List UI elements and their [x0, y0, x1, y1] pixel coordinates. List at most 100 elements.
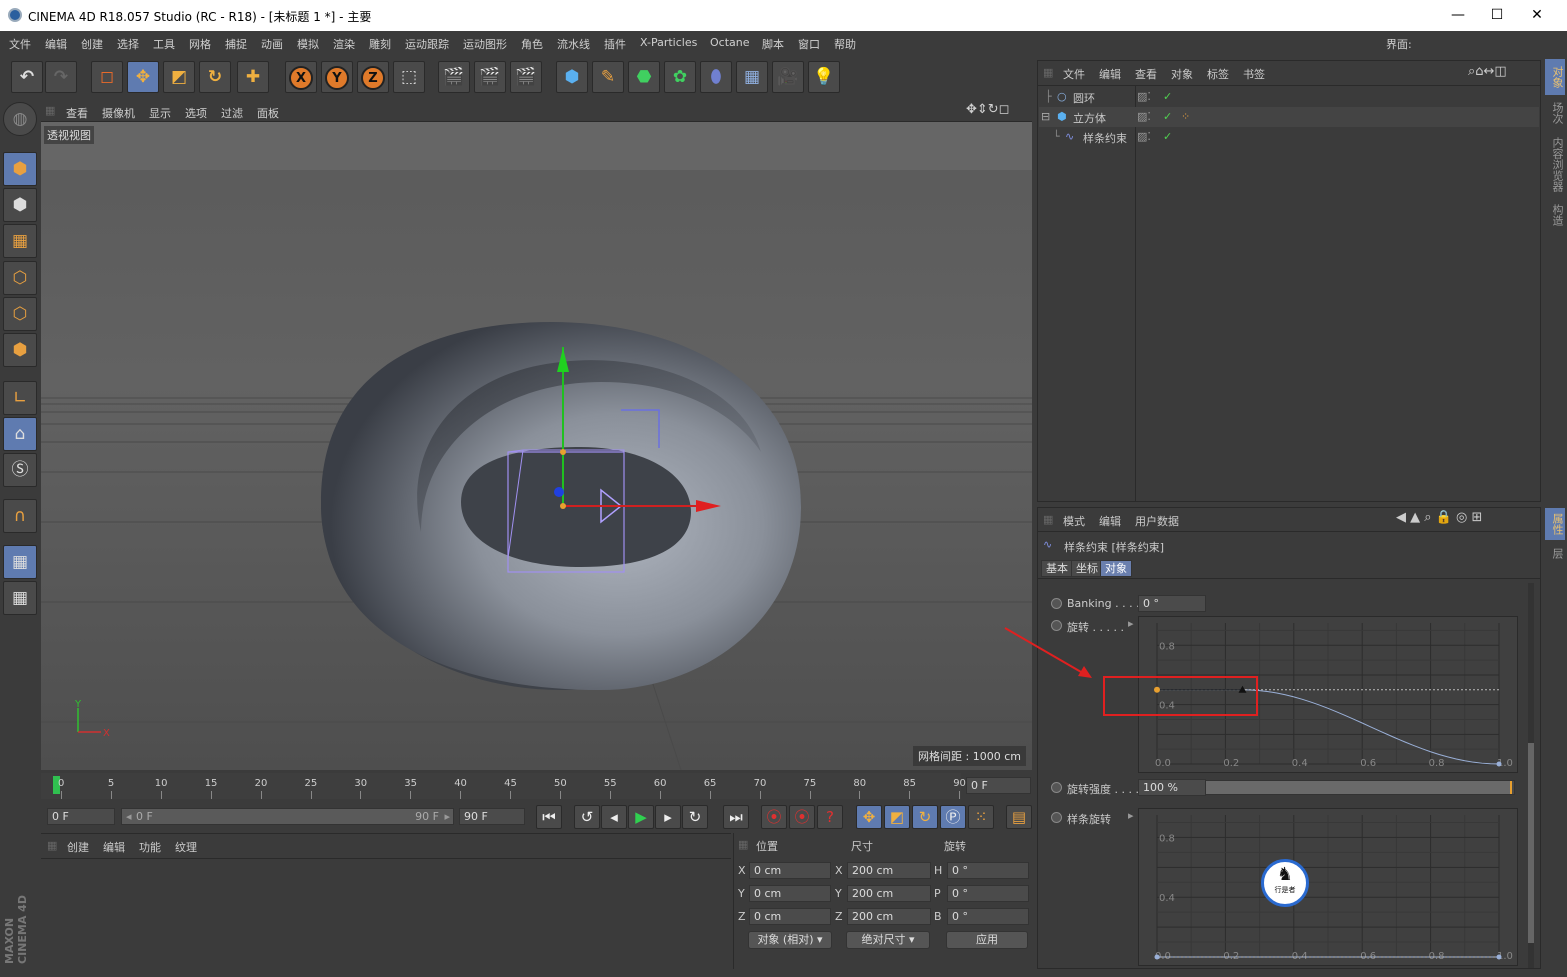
key-parameter-button[interactable]: Ⓟ — [940, 805, 966, 829]
spline-knot[interactable] — [1496, 954, 1502, 960]
visibility-toggle-icon[interactable]: ▨⁚ — [1137, 130, 1151, 143]
maximize-button[interactable]: ☐ — [1482, 4, 1512, 26]
objmgr-menu-bookmarks[interactable]: 书签 — [1243, 66, 1265, 82]
autokey-button[interactable]: ⦿ — [789, 805, 815, 829]
enabled-check-icon[interactable]: ✓ — [1163, 90, 1172, 103]
spline-knot[interactable] — [1496, 761, 1502, 767]
apply-button[interactable]: 应用 — [946, 931, 1028, 949]
timeline-ruler[interactable]: 0 5 10 15 20 25 30 35 40 45 50 55 60 65 70 75 80 85 90 — [41, 773, 966, 799]
scale-tool-button[interactable]: ◩ — [163, 61, 195, 93]
light-button[interactable]: 💡 — [808, 61, 840, 93]
side-tab-takes[interactable]: 场次 — [1545, 97, 1565, 129]
size-x-field[interactable]: 200 cm — [847, 862, 931, 879]
viewport-menu-filter[interactable]: 过滤 — [221, 105, 243, 121]
rot-p-field[interactable]: 0 ° — [947, 885, 1029, 902]
key-rotation-button[interactable]: ↻ — [912, 805, 938, 829]
collapse-icon[interactable]: ⊟ — [1041, 110, 1050, 123]
axis-mode-button[interactable]: ∟ — [3, 381, 37, 415]
end-frame-field[interactable]: 90 F — [459, 808, 525, 825]
size-mode-select[interactable]: 绝对尺寸 ▾ — [846, 931, 930, 949]
tab-object[interactable]: 对象 — [1100, 560, 1132, 577]
side-tab-layers[interactable]: 层 — [1545, 542, 1565, 564]
tweak-mode-button[interactable]: ⌂ — [3, 417, 37, 451]
render-view-button[interactable]: 🎬 — [438, 61, 470, 93]
menu-render[interactable]: 渲染 — [333, 36, 355, 52]
redo-button[interactable]: ↷ — [45, 61, 77, 93]
subdivision-button[interactable]: ⬣ — [628, 61, 660, 93]
menu-pipeline[interactable]: 流水线 — [557, 36, 590, 52]
goto-end-button[interactable]: ⏭ — [723, 805, 749, 829]
attr-menu-edit[interactable]: 编辑 — [1099, 513, 1121, 529]
minimize-button[interactable]: — — [1443, 4, 1473, 26]
next-frame-button[interactable]: ▸ — [655, 805, 681, 829]
expand-arrow-icon[interactable]: ▸ — [1128, 809, 1134, 822]
play-button[interactable]: ▶ — [628, 805, 654, 829]
object-name-spline-constraint[interactable]: 样条约束 — [1083, 130, 1127, 146]
menu-mograph[interactable]: 运动图形 — [463, 36, 507, 52]
solo-button[interactable]: Ⓢ — [3, 453, 37, 487]
menu-select[interactable]: 选择 — [117, 36, 139, 52]
snap-button[interactable]: ∩ — [3, 499, 37, 533]
cloner-button[interactable]: ✿ — [664, 61, 696, 93]
menu-file[interactable]: 文件 — [9, 36, 31, 52]
menu-snap[interactable]: 捕捉 — [225, 36, 247, 52]
menu-motion-tracking[interactable]: 运动跟踪 — [405, 36, 449, 52]
floor-button[interactable]: ▦ — [736, 61, 768, 93]
model-mode-button[interactable]: ⬢ — [3, 152, 37, 186]
material-menu-function[interactable]: 功能 — [139, 839, 161, 855]
objmgr-menu-file[interactable]: 文件 — [1063, 66, 1085, 82]
key-position-button[interactable]: ✥ — [856, 805, 882, 829]
next-key-button[interactable]: ↻ — [682, 805, 708, 829]
key-pla-button[interactable]: ⁙ — [968, 805, 994, 829]
y-axis-button[interactable]: Y — [321, 61, 353, 93]
spline-knot[interactable] — [1154, 954, 1160, 960]
timeline-window-button[interactable]: ▤ — [1006, 805, 1032, 829]
undo-button[interactable]: ↶ — [11, 61, 43, 93]
live-selection-button[interactable]: ◻ — [91, 61, 123, 93]
preview-range-slider[interactable]: ◂ 0 F 90 F ▸ — [121, 808, 454, 825]
menu-edit[interactable]: 编辑 — [45, 36, 67, 52]
attr-scrollbar[interactable] — [1528, 583, 1534, 968]
close-button[interactable]: ✕ — [1522, 4, 1552, 26]
coordinate-system-button[interactable]: ⬚ — [393, 61, 425, 93]
tab-basic[interactable]: 基本 — [1041, 560, 1073, 577]
viewport-nav-icons[interactable]: ✥⇕↻◻ — [966, 102, 1009, 117]
object-row-cube[interactable]: ⊟ ⬢ 立方体 ▨⁚ ✓ ⁘ — [1039, 107, 1539, 127]
material-menu-texture[interactable]: 纹理 — [175, 839, 197, 855]
menu-plugins[interactable]: 插件 — [604, 36, 626, 52]
attr-menu-userdata[interactable]: 用户数据 — [1135, 513, 1179, 529]
goto-start-button[interactable]: ⏮ — [536, 805, 562, 829]
tag-icon[interactable]: ⁘ — [1181, 110, 1190, 123]
cube-button[interactable]: ⬢ — [556, 61, 588, 93]
rot-b-field[interactable]: 0 ° — [947, 908, 1029, 925]
workplane-lock-button[interactable]: ▦ — [3, 545, 37, 579]
prev-key-button[interactable]: ↺ — [574, 805, 600, 829]
move-tool-button[interactable]: ✥ — [127, 61, 159, 93]
side-tab-attributes[interactable]: 属性 — [1545, 508, 1565, 540]
keyframe-selection-button[interactable]: ? — [817, 805, 843, 829]
prev-frame-button[interactable]: ◂ — [601, 805, 627, 829]
menu-script[interactable]: 脚本 — [762, 36, 784, 52]
rotation-strength-slider[interactable] — [1205, 780, 1515, 795]
start-frame-field[interactable]: 0 F — [47, 808, 115, 825]
workplane-align-button[interactable]: ▦ — [3, 581, 37, 615]
banking-radio[interactable] — [1051, 598, 1062, 609]
menu-simulate[interactable]: 模拟 — [297, 36, 319, 52]
viewport-menu-panel[interactable]: 面板 — [257, 105, 279, 121]
menu-octane[interactable]: Octane — [710, 36, 750, 49]
menu-mesh[interactable]: 网格 — [189, 36, 211, 52]
banking-field[interactable]: 0 ° — [1138, 595, 1206, 612]
size-z-field[interactable]: 200 cm — [847, 908, 931, 925]
deformer-button[interactable]: ⬮ — [700, 61, 732, 93]
side-tab-structure[interactable]: 构造 — [1545, 199, 1565, 231]
polygons-mode-button[interactable]: ⬢ — [3, 333, 37, 367]
menu-create[interactable]: 创建 — [81, 36, 103, 52]
edges-mode-button[interactable]: ⬡ — [3, 297, 37, 331]
attr-menu-mode[interactable]: 模式 — [1063, 513, 1085, 529]
perspective-viewport[interactable]: Y X 透视视图 网格间距 : 1000 cm — [41, 122, 1032, 770]
enabled-check-icon[interactable]: ✓ — [1163, 110, 1172, 123]
render-picture-viewer-button[interactable]: 🎬 — [474, 61, 506, 93]
spline-rotation-graph[interactable]: 0.8 0.4 0.0 0.2 0.4 0.6 0.8 1.0 — [1138, 808, 1518, 966]
x-axis-button[interactable]: X — [285, 61, 317, 93]
material-menu-create[interactable]: 创建 — [67, 839, 89, 855]
